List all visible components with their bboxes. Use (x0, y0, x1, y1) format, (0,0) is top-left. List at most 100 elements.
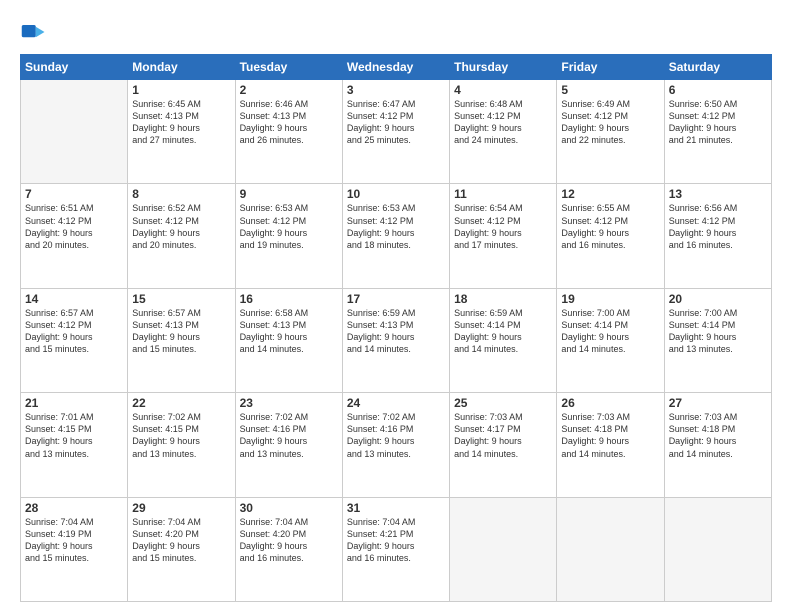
day-info: Sunrise: 6:57 AM Sunset: 4:12 PM Dayligh… (25, 307, 123, 356)
day-number: 2 (240, 83, 338, 97)
day-number: 3 (347, 83, 445, 97)
day-number: 11 (454, 187, 552, 201)
day-cell: 9Sunrise: 6:53 AM Sunset: 4:12 PM Daylig… (235, 184, 342, 288)
day-cell: 28Sunrise: 7:04 AM Sunset: 4:19 PM Dayli… (21, 497, 128, 601)
day-number: 28 (25, 501, 123, 515)
day-number: 22 (132, 396, 230, 410)
weekday-header-friday: Friday (557, 55, 664, 80)
day-cell: 1Sunrise: 6:45 AM Sunset: 4:13 PM Daylig… (128, 80, 235, 184)
day-number: 15 (132, 292, 230, 306)
day-number: 20 (669, 292, 767, 306)
day-cell: 14Sunrise: 6:57 AM Sunset: 4:12 PM Dayli… (21, 288, 128, 392)
day-number: 8 (132, 187, 230, 201)
day-cell: 8Sunrise: 6:52 AM Sunset: 4:12 PM Daylig… (128, 184, 235, 288)
day-cell: 22Sunrise: 7:02 AM Sunset: 4:15 PM Dayli… (128, 393, 235, 497)
day-number: 29 (132, 501, 230, 515)
day-info: Sunrise: 7:02 AM Sunset: 4:16 PM Dayligh… (240, 411, 338, 460)
day-number: 24 (347, 396, 445, 410)
day-number: 31 (347, 501, 445, 515)
day-info: Sunrise: 7:04 AM Sunset: 4:20 PM Dayligh… (240, 516, 338, 565)
day-info: Sunrise: 7:00 AM Sunset: 4:14 PM Dayligh… (561, 307, 659, 356)
day-info: Sunrise: 7:03 AM Sunset: 4:17 PM Dayligh… (454, 411, 552, 460)
day-info: Sunrise: 6:48 AM Sunset: 4:12 PM Dayligh… (454, 98, 552, 147)
logo-icon (20, 18, 48, 46)
day-info: Sunrise: 6:59 AM Sunset: 4:14 PM Dayligh… (454, 307, 552, 356)
day-info: Sunrise: 7:02 AM Sunset: 4:15 PM Dayligh… (132, 411, 230, 460)
day-info: Sunrise: 7:04 AM Sunset: 4:21 PM Dayligh… (347, 516, 445, 565)
weekday-header-thursday: Thursday (450, 55, 557, 80)
weekday-header-tuesday: Tuesday (235, 55, 342, 80)
day-info: Sunrise: 7:02 AM Sunset: 4:16 PM Dayligh… (347, 411, 445, 460)
day-cell: 30Sunrise: 7:04 AM Sunset: 4:20 PM Dayli… (235, 497, 342, 601)
week-row-1: 7Sunrise: 6:51 AM Sunset: 4:12 PM Daylig… (21, 184, 772, 288)
day-cell: 20Sunrise: 7:00 AM Sunset: 4:14 PM Dayli… (664, 288, 771, 392)
day-number: 18 (454, 292, 552, 306)
day-info: Sunrise: 6:49 AM Sunset: 4:12 PM Dayligh… (561, 98, 659, 147)
day-info: Sunrise: 6:55 AM Sunset: 4:12 PM Dayligh… (561, 202, 659, 251)
weekday-header-row: SundayMondayTuesdayWednesdayThursdayFrid… (21, 55, 772, 80)
week-row-3: 21Sunrise: 7:01 AM Sunset: 4:15 PM Dayli… (21, 393, 772, 497)
day-info: Sunrise: 7:03 AM Sunset: 4:18 PM Dayligh… (561, 411, 659, 460)
day-cell: 12Sunrise: 6:55 AM Sunset: 4:12 PM Dayli… (557, 184, 664, 288)
day-number: 25 (454, 396, 552, 410)
day-cell: 13Sunrise: 6:56 AM Sunset: 4:12 PM Dayli… (664, 184, 771, 288)
weekday-header-wednesday: Wednesday (342, 55, 449, 80)
day-number: 12 (561, 187, 659, 201)
day-info: Sunrise: 6:50 AM Sunset: 4:12 PM Dayligh… (669, 98, 767, 147)
day-number: 21 (25, 396, 123, 410)
day-cell: 19Sunrise: 7:00 AM Sunset: 4:14 PM Dayli… (557, 288, 664, 392)
day-info: Sunrise: 7:04 AM Sunset: 4:19 PM Dayligh… (25, 516, 123, 565)
day-info: Sunrise: 6:47 AM Sunset: 4:12 PM Dayligh… (347, 98, 445, 147)
weekday-header-sunday: Sunday (21, 55, 128, 80)
day-number: 14 (25, 292, 123, 306)
day-cell (21, 80, 128, 184)
header (20, 18, 772, 46)
day-info: Sunrise: 6:58 AM Sunset: 4:13 PM Dayligh… (240, 307, 338, 356)
day-number: 16 (240, 292, 338, 306)
week-row-2: 14Sunrise: 6:57 AM Sunset: 4:12 PM Dayli… (21, 288, 772, 392)
day-number: 13 (669, 187, 767, 201)
day-cell: 29Sunrise: 7:04 AM Sunset: 4:20 PM Dayli… (128, 497, 235, 601)
day-cell (664, 497, 771, 601)
day-cell: 15Sunrise: 6:57 AM Sunset: 4:13 PM Dayli… (128, 288, 235, 392)
day-info: Sunrise: 6:54 AM Sunset: 4:12 PM Dayligh… (454, 202, 552, 251)
day-cell: 23Sunrise: 7:02 AM Sunset: 4:16 PM Dayli… (235, 393, 342, 497)
logo (20, 18, 52, 46)
day-cell: 4Sunrise: 6:48 AM Sunset: 4:12 PM Daylig… (450, 80, 557, 184)
day-info: Sunrise: 6:56 AM Sunset: 4:12 PM Dayligh… (669, 202, 767, 251)
day-info: Sunrise: 6:51 AM Sunset: 4:12 PM Dayligh… (25, 202, 123, 251)
day-number: 19 (561, 292, 659, 306)
day-cell: 3Sunrise: 6:47 AM Sunset: 4:12 PM Daylig… (342, 80, 449, 184)
day-cell: 26Sunrise: 7:03 AM Sunset: 4:18 PM Dayli… (557, 393, 664, 497)
day-info: Sunrise: 6:46 AM Sunset: 4:13 PM Dayligh… (240, 98, 338, 147)
day-number: 7 (25, 187, 123, 201)
day-number: 30 (240, 501, 338, 515)
day-cell (450, 497, 557, 601)
day-number: 4 (454, 83, 552, 97)
day-cell: 31Sunrise: 7:04 AM Sunset: 4:21 PM Dayli… (342, 497, 449, 601)
day-info: Sunrise: 6:53 AM Sunset: 4:12 PM Dayligh… (347, 202, 445, 251)
day-cell: 18Sunrise: 6:59 AM Sunset: 4:14 PM Dayli… (450, 288, 557, 392)
day-number: 1 (132, 83, 230, 97)
day-info: Sunrise: 7:04 AM Sunset: 4:20 PM Dayligh… (132, 516, 230, 565)
day-cell: 25Sunrise: 7:03 AM Sunset: 4:17 PM Dayli… (450, 393, 557, 497)
day-number: 10 (347, 187, 445, 201)
day-cell: 10Sunrise: 6:53 AM Sunset: 4:12 PM Dayli… (342, 184, 449, 288)
day-number: 27 (669, 396, 767, 410)
day-number: 9 (240, 187, 338, 201)
day-cell: 2Sunrise: 6:46 AM Sunset: 4:13 PM Daylig… (235, 80, 342, 184)
day-info: Sunrise: 6:52 AM Sunset: 4:12 PM Dayligh… (132, 202, 230, 251)
day-info: Sunrise: 7:00 AM Sunset: 4:14 PM Dayligh… (669, 307, 767, 356)
day-info: Sunrise: 6:57 AM Sunset: 4:13 PM Dayligh… (132, 307, 230, 356)
weekday-header-monday: Monday (128, 55, 235, 80)
day-info: Sunrise: 6:45 AM Sunset: 4:13 PM Dayligh… (132, 98, 230, 147)
day-cell: 5Sunrise: 6:49 AM Sunset: 4:12 PM Daylig… (557, 80, 664, 184)
day-cell: 16Sunrise: 6:58 AM Sunset: 4:13 PM Dayli… (235, 288, 342, 392)
day-cell: 11Sunrise: 6:54 AM Sunset: 4:12 PM Dayli… (450, 184, 557, 288)
day-number: 5 (561, 83, 659, 97)
day-cell: 17Sunrise: 6:59 AM Sunset: 4:13 PM Dayli… (342, 288, 449, 392)
day-cell: 24Sunrise: 7:02 AM Sunset: 4:16 PM Dayli… (342, 393, 449, 497)
day-cell (557, 497, 664, 601)
week-row-4: 28Sunrise: 7:04 AM Sunset: 4:19 PM Dayli… (21, 497, 772, 601)
day-number: 6 (669, 83, 767, 97)
